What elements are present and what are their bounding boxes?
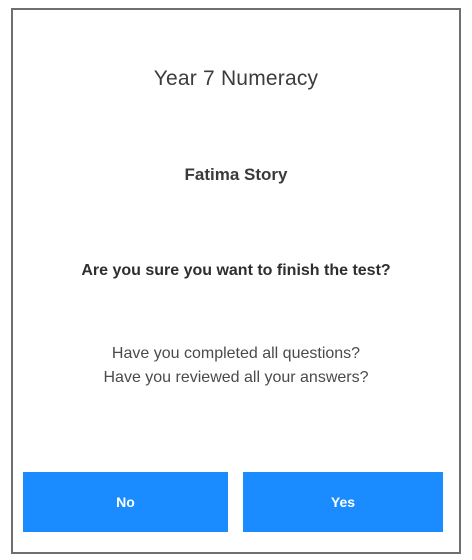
yes-button-label: Yes bbox=[330, 494, 356, 510]
yes-button[interactable]: Yes bbox=[243, 472, 443, 532]
dialog-title: Year 7 Numeracy bbox=[153, 67, 319, 90]
check-line-reviewed: Have you reviewed all your answers? bbox=[103, 369, 369, 386]
no-button-label: No bbox=[116, 494, 135, 510]
checklist-text: Have you completed all questions? Have y… bbox=[13, 342, 459, 390]
confirm-question: Are you sure you want to finish the test… bbox=[81, 262, 391, 279]
no-button[interactable]: No bbox=[23, 472, 228, 532]
student-name: Fatima Story bbox=[184, 165, 288, 184]
check-line-completed: Have you completed all questions? bbox=[111, 345, 361, 362]
